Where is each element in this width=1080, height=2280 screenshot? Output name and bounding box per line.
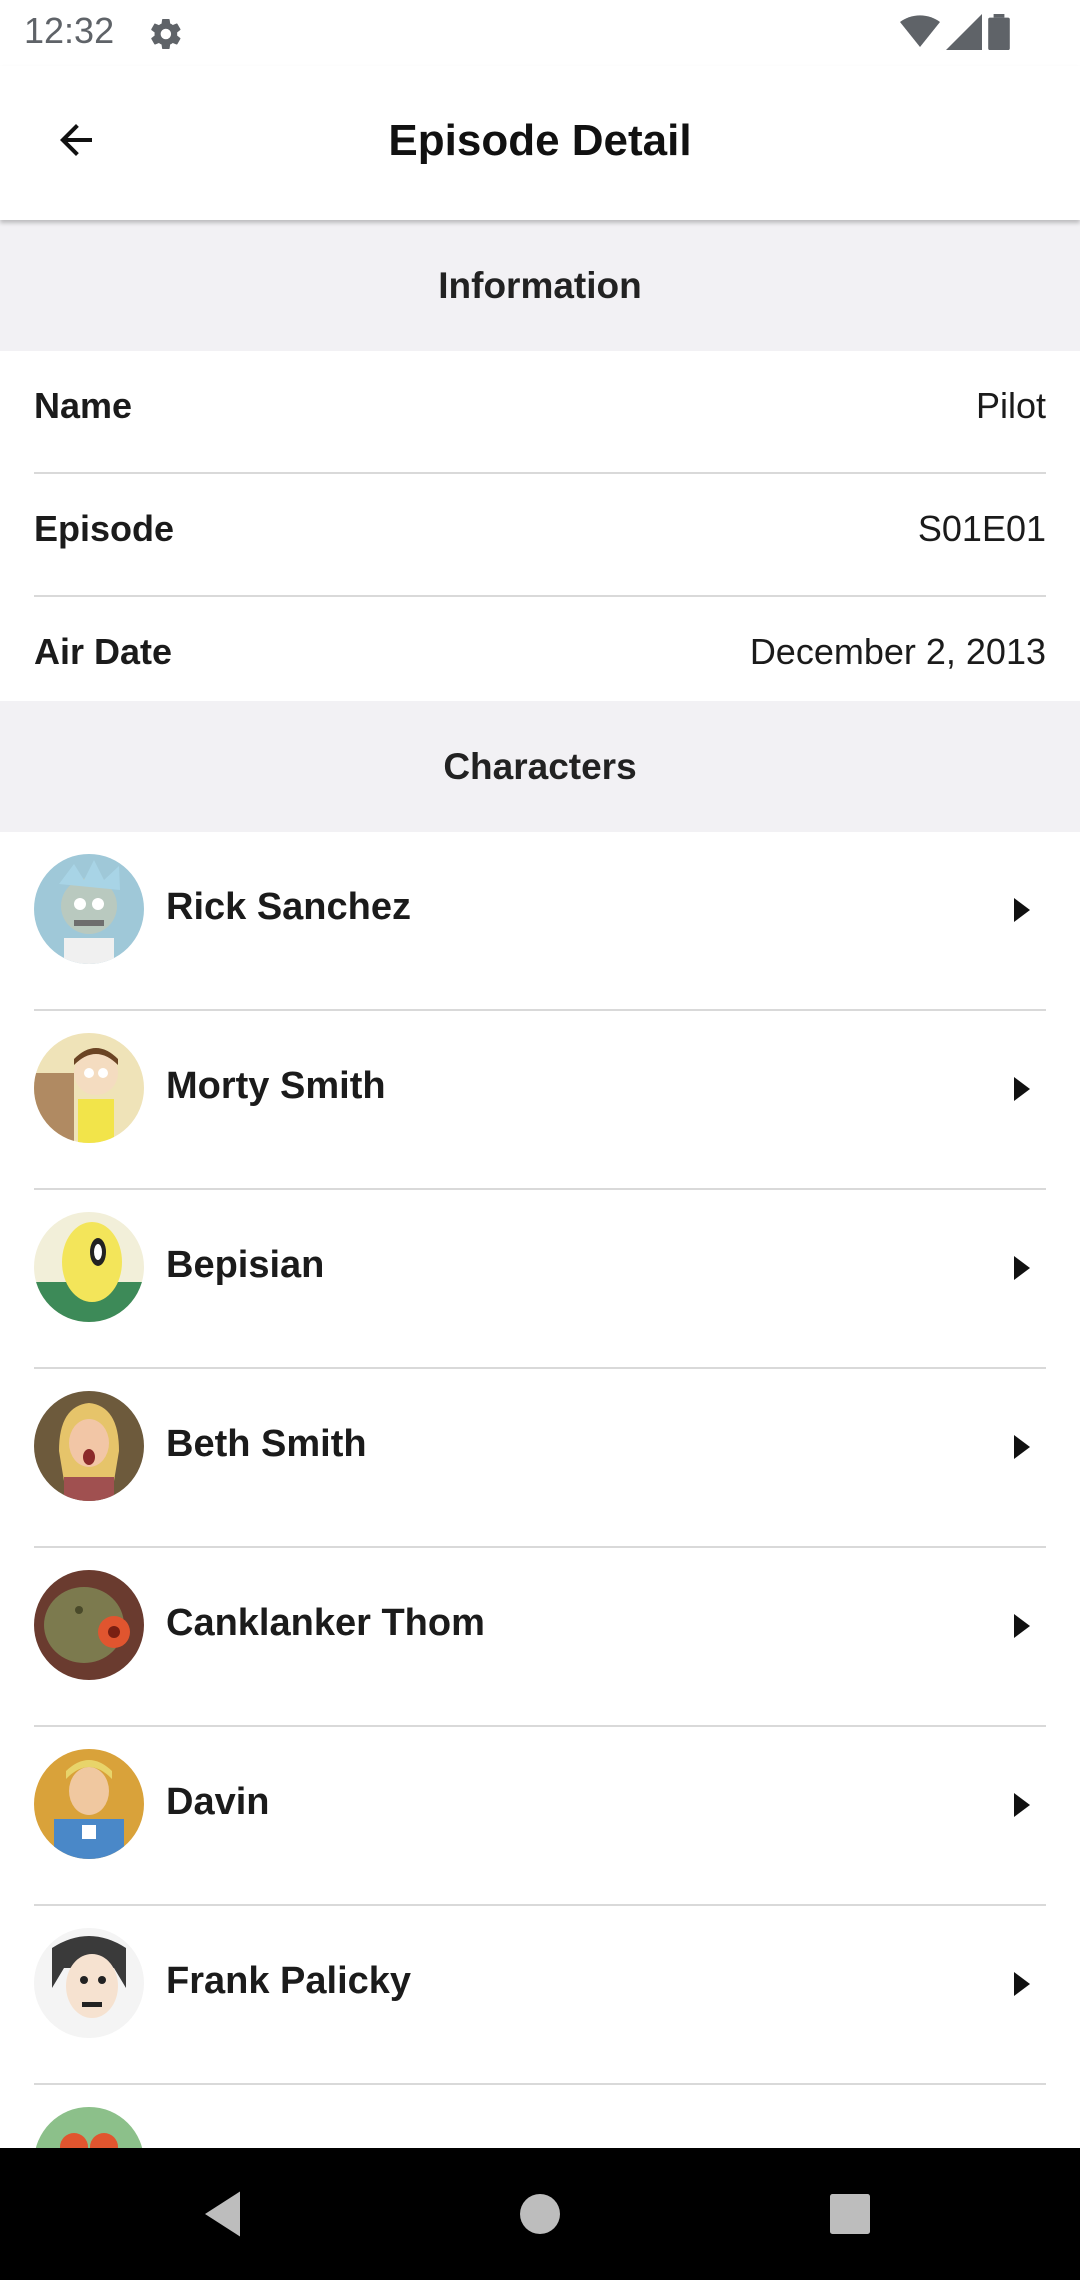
nav-recents-icon[interactable] xyxy=(820,2184,880,2244)
character-name: Davin xyxy=(166,1781,270,1823)
status-icons xyxy=(900,13,1010,55)
chevron-right-icon xyxy=(1012,1077,1032,1101)
info-label: Episode xyxy=(34,508,175,549)
characters-section-header: Characters xyxy=(0,701,1080,832)
info-value: December 2, 2013 xyxy=(749,631,1046,672)
character-item-beth-smith[interactable]: Beth Smith xyxy=(34,1369,1046,1548)
character-name: Frank Palicky xyxy=(166,1960,412,2002)
avatar xyxy=(34,1033,144,1143)
character-name: Bepisian xyxy=(166,1244,325,1286)
character-item-morty-smith[interactable]: Morty Smith xyxy=(34,1011,1046,1190)
info-value: S01E01 xyxy=(917,508,1046,549)
avatar xyxy=(34,1212,144,1322)
nav-home-icon[interactable] xyxy=(510,2184,570,2244)
status-bar: 12:32 xyxy=(0,0,1080,66)
wifi-icon xyxy=(900,14,940,55)
avatar xyxy=(34,1928,144,2038)
info-row-air-date: Air Date December 2, 2013 xyxy=(34,597,1046,701)
character-name: Rick Sanchez xyxy=(166,886,411,928)
character-item-canklanker-thom[interactable]: Canklanker Thom xyxy=(34,1548,1046,1727)
battery-icon xyxy=(988,13,1010,55)
character-item-bepisian[interactable]: Bepisian xyxy=(34,1190,1046,1369)
avatar xyxy=(34,2107,144,2148)
chevron-right-icon xyxy=(1012,1972,1032,1996)
avatar xyxy=(34,1391,144,1501)
info-row-episode: Episode S01E01 xyxy=(34,474,1046,597)
info-value: Pilot xyxy=(975,385,1046,426)
info-label: Name xyxy=(34,385,133,426)
avatar xyxy=(34,854,144,964)
info-label: Air Date xyxy=(34,631,173,672)
chevron-right-icon xyxy=(1012,1435,1032,1459)
character-item-rick-sanchez[interactable]: Rick Sanchez xyxy=(34,832,1046,1011)
chevron-right-icon xyxy=(1012,1256,1032,1280)
info-row-name: Name Pilot xyxy=(34,351,1046,474)
status-time: 12:32 xyxy=(24,10,115,51)
chevron-right-icon xyxy=(1012,898,1032,922)
avatar xyxy=(34,1570,144,1680)
character-item-davin[interactable]: Davin xyxy=(34,1727,1046,1906)
character-name: Canklanker Thom xyxy=(166,1602,485,1644)
system-nav-bar xyxy=(0,2148,1080,2280)
app-bar: Episode Detail xyxy=(0,66,1080,220)
chevron-right-icon xyxy=(1012,1614,1032,1638)
character-item-partial[interactable] xyxy=(34,2085,1046,2148)
nav-back-icon[interactable] xyxy=(195,2184,255,2244)
character-item-frank-palicky[interactable]: Frank Palicky xyxy=(34,1906,1046,2085)
page-title: Episode Detail xyxy=(388,116,692,165)
chevron-right-icon xyxy=(1012,1793,1032,1817)
avatar xyxy=(34,1749,144,1859)
cell-signal-icon xyxy=(946,13,982,55)
settings-gear-icon xyxy=(148,16,184,52)
character-name: Beth Smith xyxy=(166,1423,367,1465)
information-section-header: Information xyxy=(0,220,1080,351)
episode-detail-content[interactable]: Information Name Pilot Episode S01E01 Ai… xyxy=(0,220,1080,2148)
character-name: Morty Smith xyxy=(166,1065,386,1107)
